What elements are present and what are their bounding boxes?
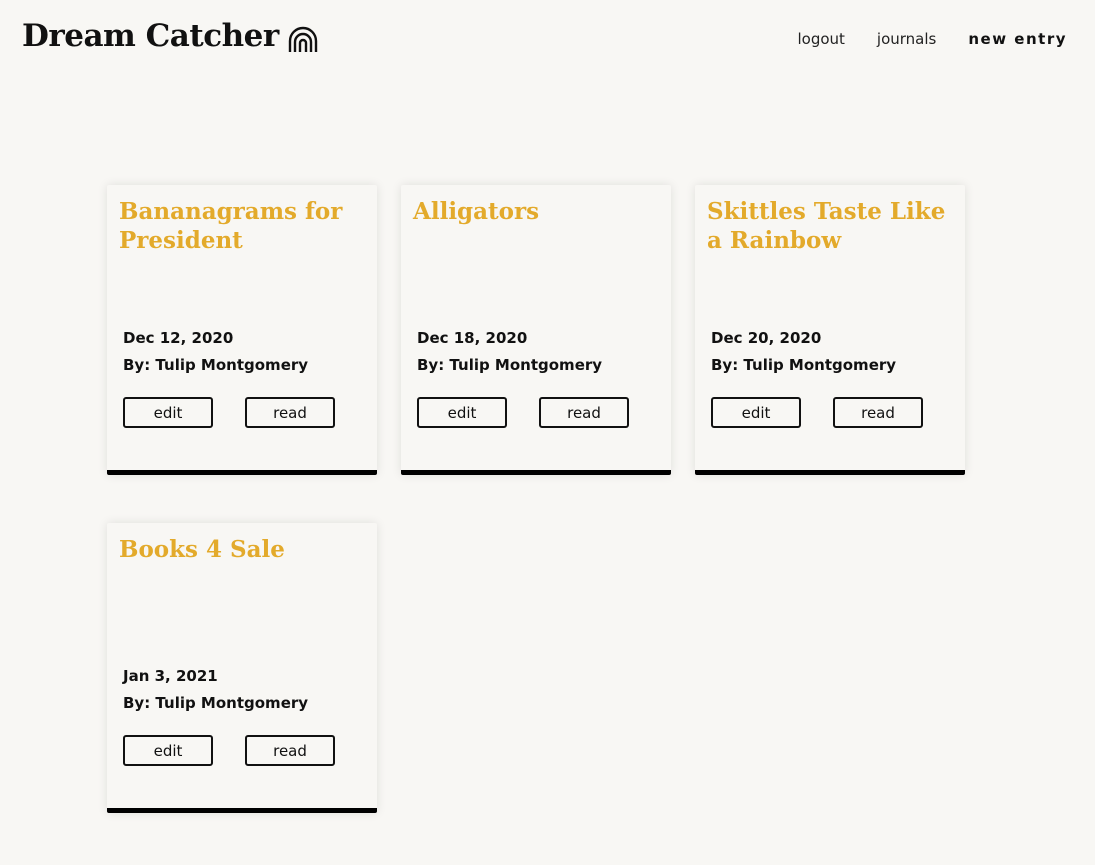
entry-author: By: Tulip Montgomery — [711, 356, 897, 374]
edit-button[interactable]: edit — [417, 397, 507, 428]
read-button[interactable]: read — [539, 397, 629, 428]
entry-date: Dec 12, 2020 — [123, 329, 234, 347]
entry-card: Skittles Taste Like a Rainbow Dec 20, 20… — [695, 185, 965, 475]
journals-link[interactable]: journals — [877, 30, 936, 48]
logout-link[interactable]: logout — [797, 30, 844, 48]
edit-button[interactable]: edit — [123, 397, 213, 428]
entry-date: Dec 18, 2020 — [417, 329, 528, 347]
entry-title: Skittles Taste Like a Rainbow — [707, 198, 946, 254]
entry-date: Jan 3, 2021 — [123, 667, 218, 685]
edit-button[interactable]: edit — [711, 397, 801, 428]
read-button[interactable]: read — [833, 397, 923, 428]
entry-title: Books 4 Sale — [119, 536, 285, 563]
read-button[interactable]: read — [245, 735, 335, 766]
rainbow-icon — [288, 26, 317, 52]
brand-title: Dream Catcher — [22, 18, 279, 54]
edit-button[interactable]: edit — [123, 735, 213, 766]
top-nav: logout journals new entry — [765, 30, 1067, 48]
entry-title: Bananagrams for President — [119, 198, 343, 254]
entry-author: By: Tulip Montgomery — [123, 694, 309, 712]
entry-date: Dec 20, 2020 — [711, 329, 822, 347]
new-entry-link[interactable]: new entry — [968, 30, 1067, 48]
entry-card: Alligators Dec 18, 2020 By: Tulip Montgo… — [401, 185, 671, 475]
brand[interactable]: Dream Catcher — [22, 18, 319, 54]
entry-card: Books 4 Sale Jan 3, 2021 By: Tulip Montg… — [107, 523, 377, 813]
entry-title: Alligators — [413, 198, 540, 225]
header: Dream Catcher logout journals new entry — [0, 0, 1095, 80]
entry-author: By: Tulip Montgomery — [417, 356, 603, 374]
entry-card: Bananagrams for President Dec 12, 2020 B… — [107, 185, 377, 475]
read-button[interactable]: read — [245, 397, 335, 428]
entry-author: By: Tulip Montgomery — [123, 356, 309, 374]
